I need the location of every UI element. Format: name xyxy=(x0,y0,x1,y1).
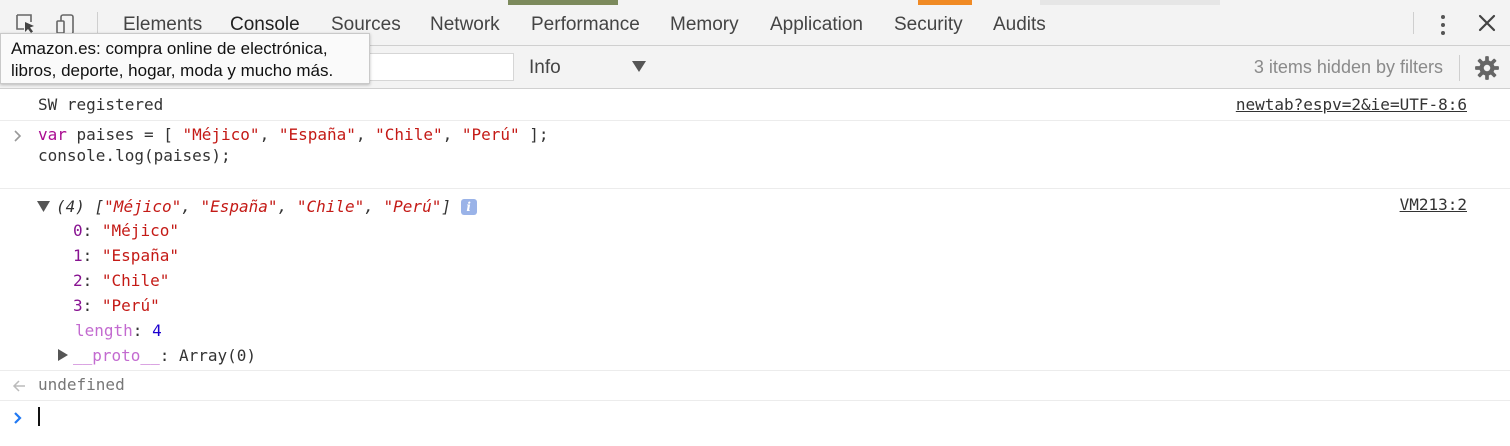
command-line-1: var paises = [ "Méjico", "España", "Chil… xyxy=(38,125,549,145)
separator: , xyxy=(181,197,201,216)
log-level-select[interactable]: Info xyxy=(529,46,561,89)
code-text: , xyxy=(355,125,376,144)
toolbar-divider xyxy=(97,12,98,34)
dropdown-arrow-icon[interactable] xyxy=(632,61,646,72)
toolbar-divider xyxy=(1459,55,1460,81)
array-item: 2: "Chile" xyxy=(73,271,170,290)
prompt-chevron-icon xyxy=(14,412,22,424)
code-text: , xyxy=(442,125,462,144)
tab-network[interactable]: Network xyxy=(430,0,500,46)
tab-memory[interactable]: Memory xyxy=(670,0,739,46)
array-value: "Chile" xyxy=(101,271,170,290)
string-literal: "Méjico" xyxy=(182,125,260,144)
log-text: SW registered xyxy=(38,95,164,114)
more-options-icon[interactable] xyxy=(1433,13,1453,37)
hidden-items-count: 3 items hidden by filters xyxy=(1253,57,1443,77)
array-index: 1 xyxy=(73,246,83,265)
code-text: ]; xyxy=(519,125,549,144)
array-value: "Perú" xyxy=(101,296,160,315)
command-line-2: console.log(paises); xyxy=(38,146,231,165)
expand-triangle-icon[interactable] xyxy=(58,349,68,361)
tooltip-line: Amazon.es: compra online de electrónica, xyxy=(11,39,328,58)
proto-key: __proto__ xyxy=(73,346,160,365)
array-item: 1: "España" xyxy=(73,246,179,265)
array-value: "Méjico" xyxy=(101,221,179,240)
tab-application[interactable]: Application xyxy=(770,0,863,46)
console-array-output: (4) ["Méjico", "España", "Chile", "Perú"… xyxy=(0,189,1510,371)
array-value: "Perú" xyxy=(383,197,442,216)
separator: , xyxy=(364,197,384,216)
array-index: 2 xyxy=(73,271,83,290)
expand-triangle-icon[interactable] xyxy=(37,201,50,212)
array-proto[interactable]: __proto__: Array(0) xyxy=(73,346,256,366)
text-cursor xyxy=(38,407,40,426)
string-literal: "Perú" xyxy=(461,125,520,144)
tooltip-line: libros, deporte, hogar, moda y mucho más… xyxy=(11,61,334,80)
console-result: undefined xyxy=(0,371,1510,401)
array-value: "Méjico" xyxy=(104,197,182,216)
length-value: 4 xyxy=(152,321,162,340)
result-arrow-icon xyxy=(12,380,25,392)
length-key: length xyxy=(75,321,133,340)
console-prompt[interactable] xyxy=(0,401,1510,446)
string-literal: "España" xyxy=(278,125,356,144)
array-item: 3: "Perú" xyxy=(73,296,160,315)
console-input-echo: var paises = [ "Méjico", "España", "Chil… xyxy=(0,121,1510,189)
tab-security[interactable]: Security xyxy=(894,0,963,46)
array-suffix: ] xyxy=(441,197,451,216)
array-value: "Chile" xyxy=(296,197,365,216)
array-index: 3 xyxy=(73,296,83,315)
array-value: "España" xyxy=(101,246,179,265)
filter-input[interactable] xyxy=(362,53,514,81)
result-text: undefined xyxy=(38,375,125,394)
array-item: 0: "Méjico" xyxy=(73,221,179,240)
info-icon[interactable]: i xyxy=(460,199,477,215)
array-index: 0 xyxy=(73,221,83,240)
tab-performance[interactable]: Performance xyxy=(531,0,640,46)
keyword: var xyxy=(38,125,67,144)
proto-value: Array(0) xyxy=(178,346,257,365)
toolbar-divider xyxy=(1413,12,1414,34)
array-length: length: 4 xyxy=(75,321,162,340)
console-message-log: SW registered newtab?espv=2&ie=UTF-8:6 xyxy=(0,89,1510,121)
chevron-right-icon xyxy=(14,130,22,142)
array-prefix: (4) [ xyxy=(56,197,105,216)
tab-audits[interactable]: Audits xyxy=(993,0,1046,46)
source-link[interactable]: newtab?espv=2&ie=UTF-8:6 xyxy=(1236,95,1467,115)
code-text: paises = [ xyxy=(66,125,183,144)
array-summary[interactable]: (4) ["Méjico", "España", "Chile", "Perú"… xyxy=(56,197,477,217)
page-strip xyxy=(1040,0,1220,5)
array-value: "España" xyxy=(200,197,278,216)
tab-title-tooltip: Amazon.es: compra online de electrónica,… xyxy=(0,33,370,84)
close-icon[interactable] xyxy=(1475,11,1499,35)
string-literal: "Chile" xyxy=(375,125,443,144)
gear-icon[interactable] xyxy=(1474,55,1500,81)
source-link[interactable]: VM213:2 xyxy=(1400,195,1467,215)
code-text: , xyxy=(259,125,279,144)
separator: , xyxy=(277,197,297,216)
